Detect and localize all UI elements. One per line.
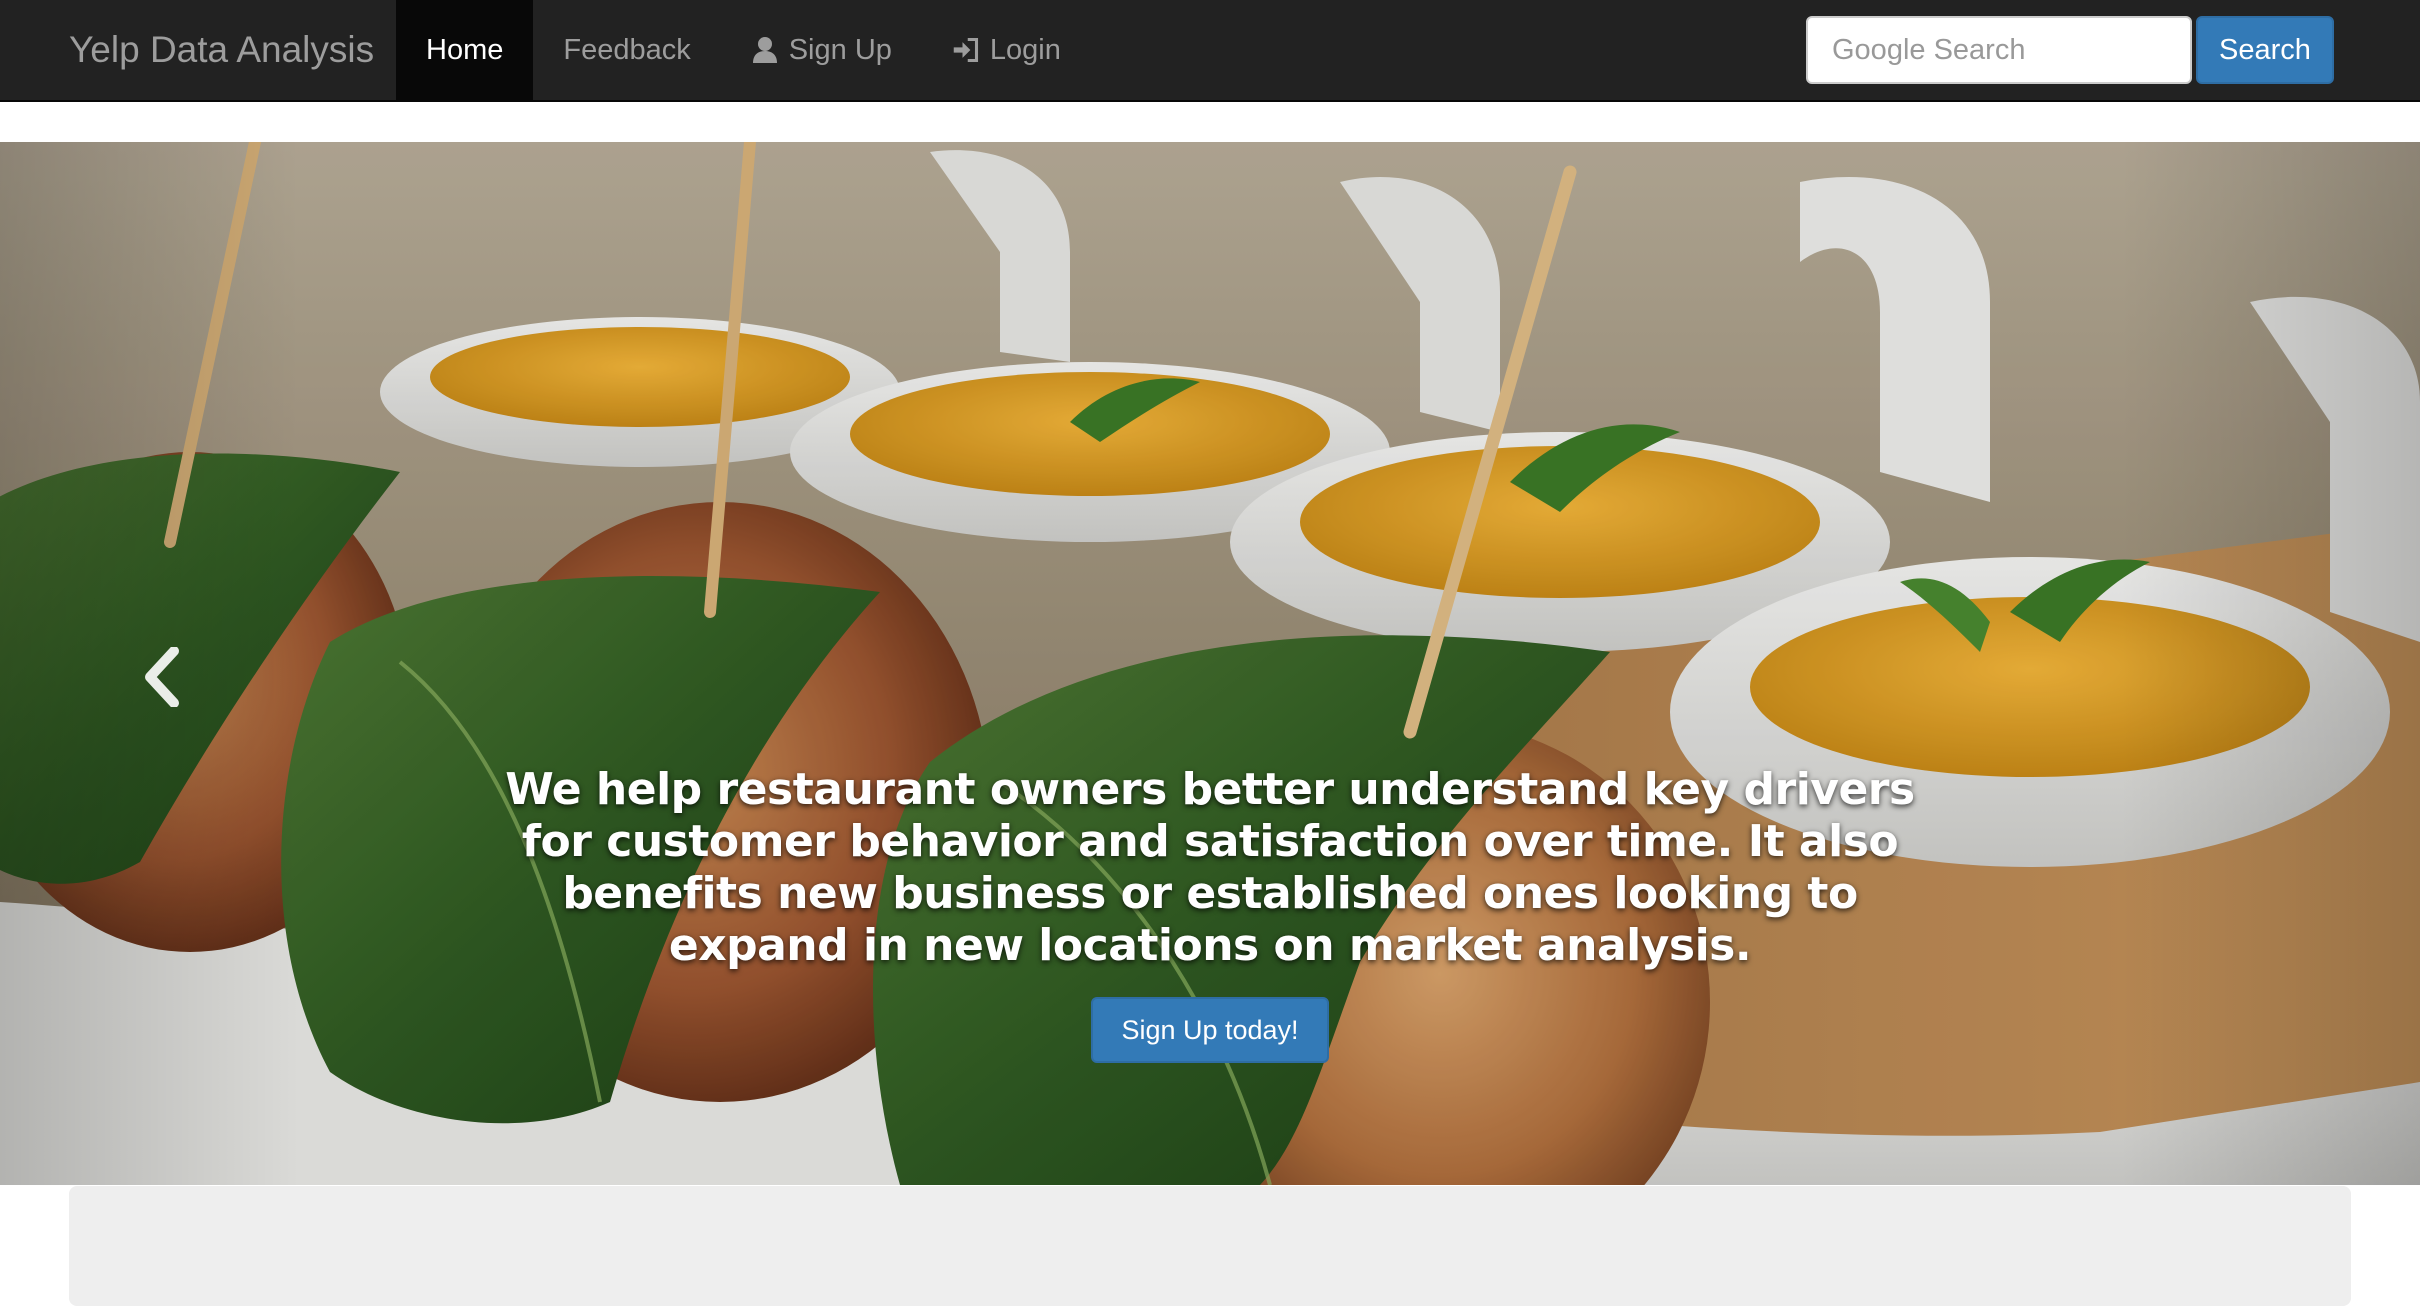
chevron-left-icon [145,647,179,707]
nav-item-label: Home [426,34,504,66]
hero-carousel: We help restaurant owners better underst… [0,142,2420,1185]
search-button[interactable]: Search [2196,16,2334,84]
carousel-next-control[interactable] [2120,142,2420,1185]
nav-menu: Home Feedback Sign Up Login [396,0,1091,100]
nav-item-label: Feedback [563,34,691,66]
top-navbar: Yelp Data Analysis Home Feedback Sign Up… [0,0,2420,102]
nav-item-home[interactable]: Home [396,0,534,100]
nav-item-signup[interactable]: Sign Up [721,0,922,100]
google-search-input[interactable] [1806,16,2192,84]
nav-item-login[interactable]: Login [922,0,1091,100]
carousel-prev-control[interactable] [0,142,300,1185]
nav-item-label: Login [989,34,1061,66]
signup-today-button[interactable]: Sign Up today! [1091,997,1329,1063]
carousel-caption: We help restaurant owners better underst… [505,764,1915,971]
nav-item-label: Sign Up [788,34,892,66]
nav-item-feedback[interactable]: Feedback [533,0,720,100]
user-icon [752,37,777,63]
login-icon [953,37,978,63]
content-panel [69,1186,2351,1306]
brand-link[interactable]: Yelp Data Analysis [69,0,374,100]
